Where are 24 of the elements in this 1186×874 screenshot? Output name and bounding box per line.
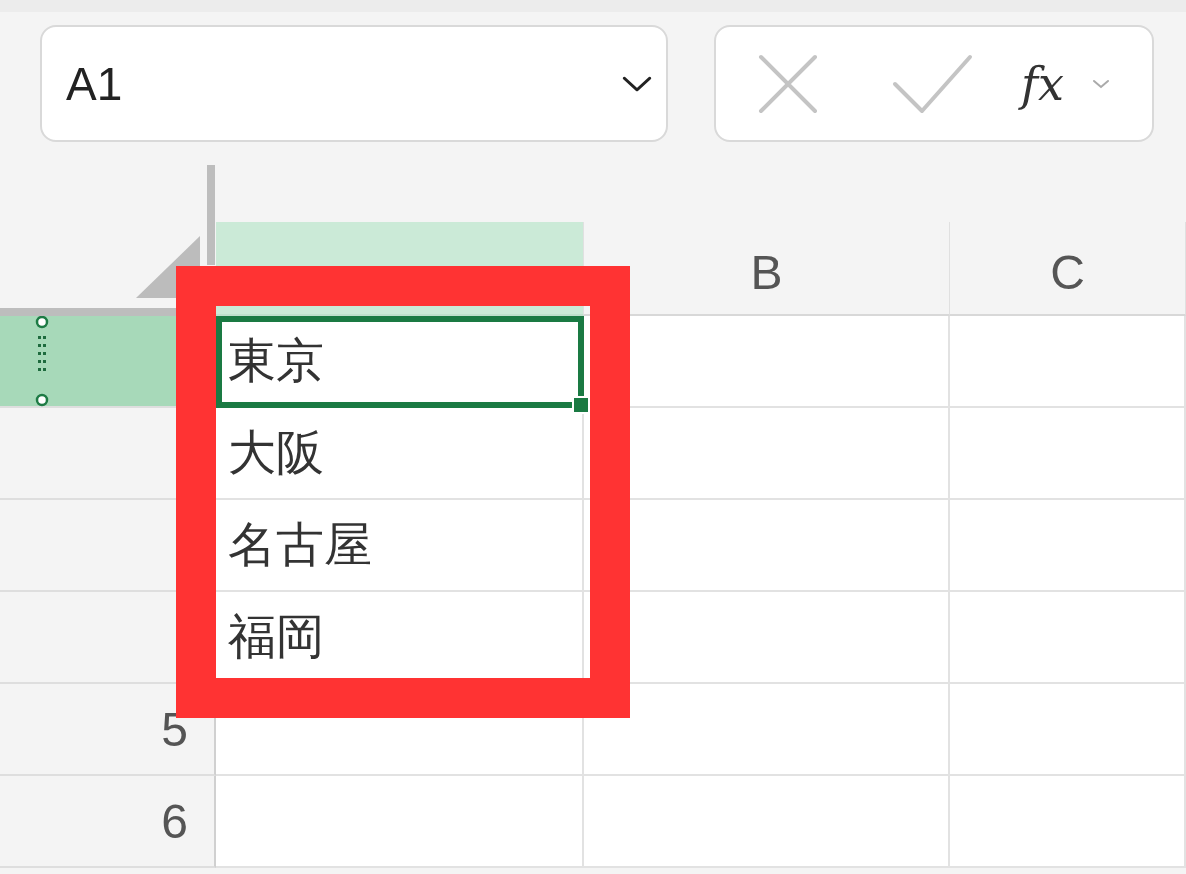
column-header[interactable]: C xyxy=(950,222,1186,316)
split-handle[interactable] xyxy=(207,165,215,265)
cell-reference: A1 xyxy=(66,56,123,111)
chevron-down-icon[interactable] xyxy=(622,75,652,92)
table-cell[interactable] xyxy=(216,776,584,868)
table-cell[interactable] xyxy=(584,408,950,500)
row-header[interactable]: 6 xyxy=(0,776,216,868)
column-header[interactable]: B xyxy=(584,222,950,316)
table-cell[interactable]: 大阪 xyxy=(216,408,584,500)
table-cell[interactable]: 福岡 xyxy=(216,592,584,684)
table-cell[interactable] xyxy=(950,592,1186,684)
table-cell[interactable] xyxy=(584,500,950,592)
table-cell[interactable] xyxy=(584,776,950,868)
table-cell[interactable]: 名古屋 xyxy=(216,500,584,592)
select-all-icon[interactable] xyxy=(136,236,200,298)
table-cell[interactable] xyxy=(950,500,1186,592)
table-cell[interactable] xyxy=(950,776,1186,868)
fill-handle[interactable] xyxy=(572,396,590,414)
table-cell[interactable] xyxy=(950,684,1186,776)
table-cell[interactable] xyxy=(950,408,1186,500)
name-box[interactable]: A1 xyxy=(40,25,668,142)
table-cell[interactable]: 東京 xyxy=(216,316,584,408)
table-cell[interactable] xyxy=(584,684,950,776)
table-cell[interactable] xyxy=(950,316,1186,408)
